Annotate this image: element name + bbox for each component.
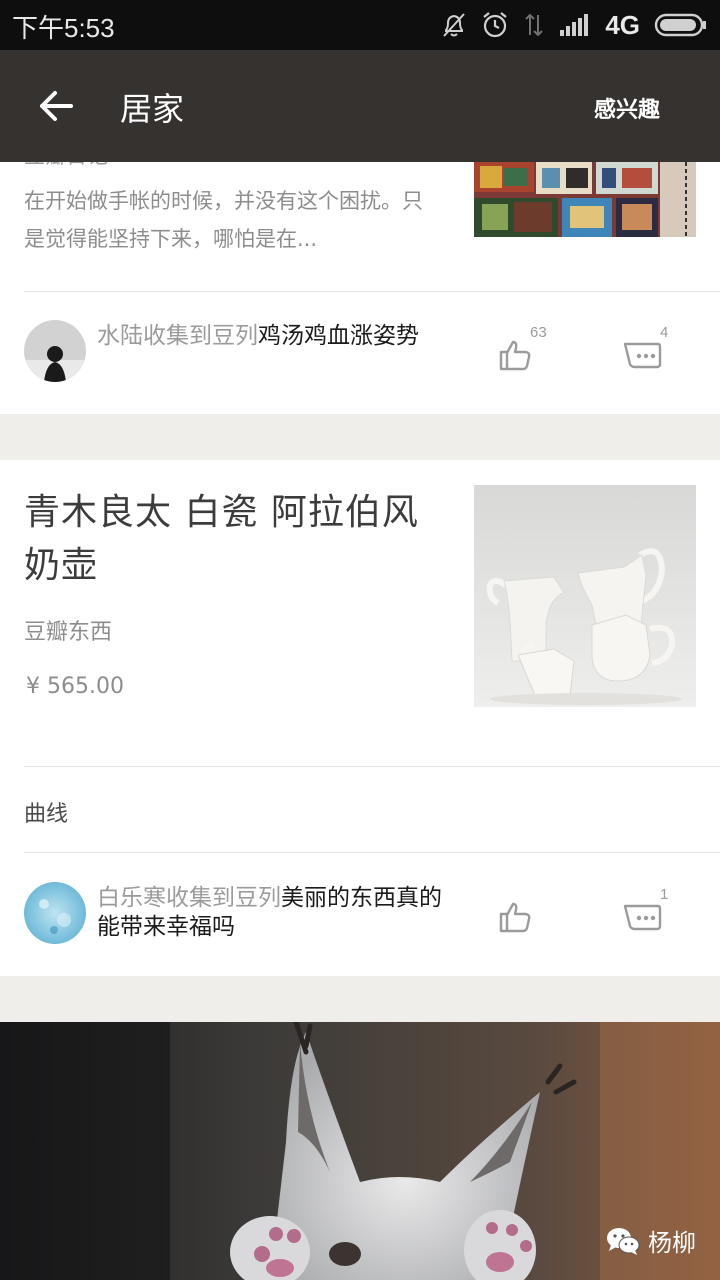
item-thumbnail[interactable]: [474, 162, 696, 237]
interested-button[interactable]: 感兴趣: [594, 92, 660, 124]
comment-count: 4: [660, 324, 669, 341]
item-thumbnail[interactable]: [474, 485, 696, 707]
wechat-icon: [607, 1227, 640, 1255]
notifications-off-icon: [443, 13, 466, 37]
doulist-name[interactable]: 鸡汤鸡血涨姿势: [258, 323, 419, 349]
data-transfer-icon: [525, 13, 544, 37]
item-title[interactable]: 青木良太 白瓷 阿拉伯风奶壶: [24, 486, 444, 592]
status-icons: 4G: [441, 8, 708, 42]
back-button[interactable]: [26, 78, 86, 134]
like-count: 63: [530, 324, 547, 341]
item-source: 豆瓣东西: [24, 620, 113, 645]
thumbs-up-icon[interactable]: [498, 338, 534, 372]
status-bar: 下午5:53 4G: [0, 0, 720, 50]
page-title: 居家: [120, 90, 185, 128]
feed-card-image[interactable]: 杨柳: [0, 1022, 720, 1280]
divider: [24, 852, 720, 853]
battery-icon: [654, 13, 706, 37]
comment-count: 1: [660, 886, 669, 903]
avatar[interactable]: [24, 320, 86, 382]
tag-label[interactable]: 曲线: [24, 796, 68, 828]
feed-card[interactable]: 青木良太 白瓷 阿拉伯风奶壶 豆瓣东西 ¥ 565.00 曲线 白乐寒收集到豆列…: [0, 460, 720, 976]
arrow-left-icon: [40, 91, 73, 121]
comment-icon[interactable]: [622, 338, 662, 372]
collect-phrase: 收集到豆列: [143, 323, 258, 349]
alarm-icon: [483, 12, 507, 38]
signal-icon: [560, 14, 589, 36]
watermark-text: 杨柳: [648, 1229, 696, 1257]
network-type: 4G: [605, 9, 640, 40]
collector-name[interactable]: 水陆: [97, 323, 143, 349]
thumbs-up-icon[interactable]: [498, 900, 534, 934]
item-source: 豆瓣日记: [24, 162, 108, 170]
collector-name[interactable]: 白乐寒: [97, 885, 166, 911]
collect-row: 白乐寒收集到豆列美丽的东西真的能带来幸福吗 1: [0, 868, 720, 958]
item-price: ¥ 565.00: [26, 674, 124, 699]
avatar[interactable]: [24, 882, 86, 944]
app-toolbar: 居家 感兴趣: [0, 50, 720, 162]
collect-description: 白乐寒收集到豆列美丽的东西真的能带来幸福吗: [97, 884, 442, 942]
divider: [24, 766, 720, 767]
comment-icon[interactable]: [622, 900, 662, 934]
status-time: 下午5:53: [12, 13, 115, 43]
collect-row: 水陆收集到豆列鸡汤鸡血涨姿势 63 4: [0, 308, 720, 398]
watermark: 杨柳: [606, 1223, 696, 1258]
collect-phrase: 收集到豆列: [166, 885, 281, 911]
feed-card[interactable]: 豆瓣日记 在开始做手帐的时候，并没有这个困扰。只是觉得能坚持下来，哪怕是在...: [0, 162, 720, 414]
divider: [24, 291, 720, 292]
item-snippet: 在开始做手帐的时候，并没有这个困扰。只是觉得能坚持下来，哪怕是在...: [24, 189, 423, 251]
collect-description: 水陆收集到豆列鸡汤鸡血涨姿势: [97, 322, 442, 351]
